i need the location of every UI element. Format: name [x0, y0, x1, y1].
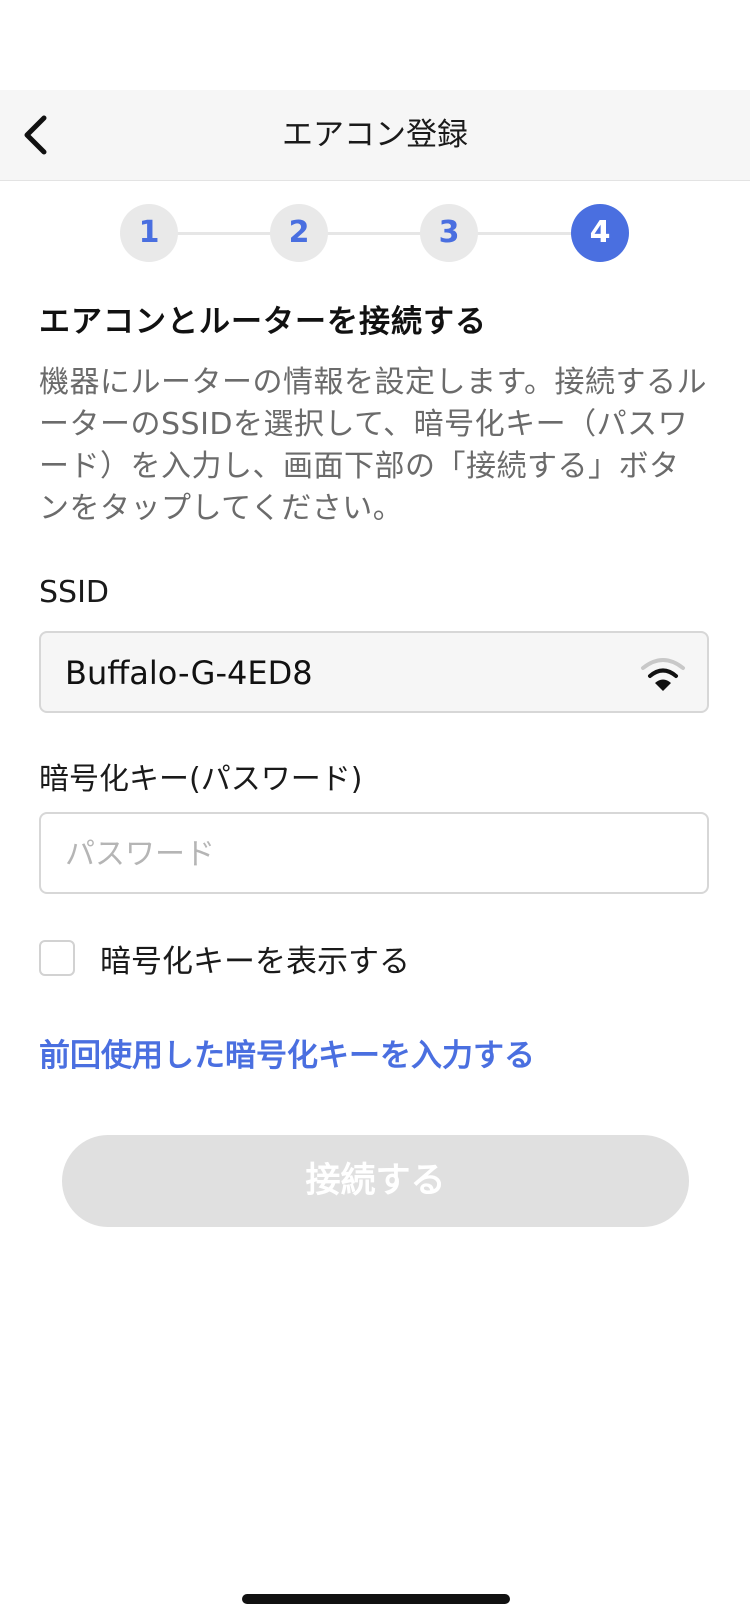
- show-key-checkbox[interactable]: [39, 940, 75, 976]
- step-2: 2: [270, 204, 328, 262]
- step-connector-line: [150, 232, 600, 235]
- use-previous-key-link[interactable]: 前回使用した暗号化キーを入力する: [39, 1030, 535, 1075]
- step-3: 3: [420, 204, 478, 262]
- ssid-selector[interactable]: Buffalo-G-4ED8: [39, 631, 709, 713]
- ssid-value: Buffalo-G-4ED8: [65, 654, 313, 692]
- status-bar: [0, 0, 750, 90]
- password-field-container: [39, 812, 709, 894]
- navigation-bar: エアコン登録: [0, 90, 750, 181]
- password-input[interactable]: [63, 814, 687, 894]
- ssid-label: SSID: [39, 575, 110, 610]
- connect-button[interactable]: 接続する: [62, 1135, 689, 1227]
- step-4-current: 4: [571, 204, 629, 262]
- home-indicator: [242, 1594, 510, 1604]
- step-indicator: 1 2 3 4: [120, 204, 630, 264]
- show-key-label: 暗号化キーを表示する: [100, 944, 410, 980]
- password-label: 暗号化キー(パスワード): [39, 762, 363, 797]
- wifi-icon: [641, 658, 685, 691]
- instruction-text: 機器にルーターの情報を設定します。接続するルーターのSSIDを選択して、暗号化キ…: [39, 365, 707, 526]
- page-title: エアコン登録: [282, 117, 468, 153]
- step-1: 1: [120, 204, 178, 262]
- section-heading: エアコンとルーターを接続する: [39, 304, 487, 340]
